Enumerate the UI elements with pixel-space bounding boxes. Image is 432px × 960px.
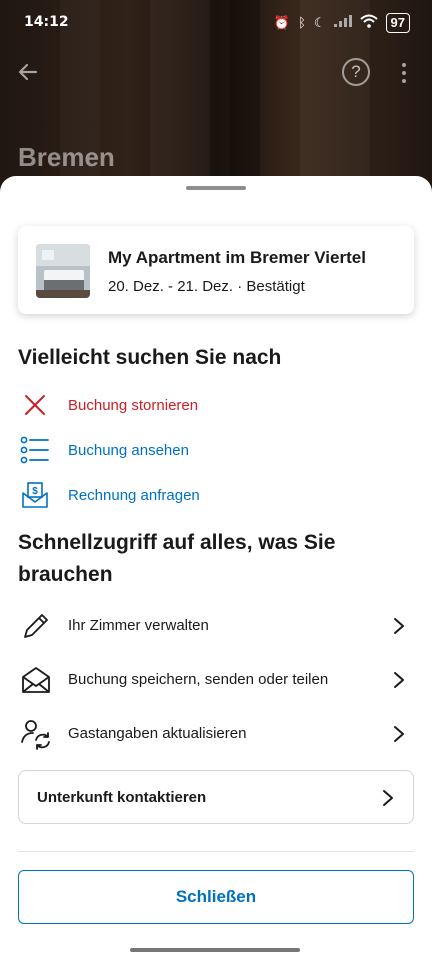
chevron-right-icon: [394, 672, 404, 688]
city-title: Bremen: [18, 142, 115, 172]
help-button[interactable]: ?: [342, 58, 370, 86]
battery-indicator: 97: [385, 13, 410, 33]
svg-text:$: $: [32, 486, 38, 497]
list-icon: [20, 435, 50, 465]
save-share-booking-row[interactable]: Buchung speichern, senden oder teilen: [20, 660, 412, 700]
sheet-drag-handle[interactable]: [186, 186, 246, 190]
status-time: 14:12: [24, 14, 69, 30]
booking-title: My Apartment im Bremer Viertel: [108, 248, 366, 267]
chevron-right-icon: [383, 790, 393, 806]
back-arrow-icon[interactable]: [16, 60, 40, 84]
home-indicator[interactable]: [130, 948, 300, 952]
invoice-envelope-icon: $: [20, 480, 50, 510]
more-options-icon[interactable]: [400, 62, 408, 84]
help-icon: ?: [351, 62, 361, 81]
view-booking-action[interactable]: Buchung ansehen: [20, 434, 412, 466]
status-icons: ⏰ ᛒ ☾ 97: [274, 13, 410, 33]
close-x-icon: [20, 390, 50, 420]
envelope-open-icon: [22, 667, 50, 693]
chevron-right-icon: [394, 726, 404, 742]
status-bar: 14:12 ⏰ ᛒ ☾ 97: [0, 0, 432, 46]
contact-property-button[interactable]: Unterkunft kontaktieren: [18, 770, 414, 824]
save-share-booking-label: Buchung speichern, senden oder teilen: [68, 671, 329, 688]
bluetooth-icon: ᛒ: [298, 15, 306, 30]
request-invoice-action[interactable]: $ Rechnung anfragen: [20, 479, 412, 511]
alarm-icon: ⏰: [273, 15, 291, 30]
apartment-thumbnail: [36, 244, 90, 298]
bottom-sheet: My Apartment im Bremer Viertel 20. Dez. …: [0, 176, 432, 960]
manage-room-label: Ihr Zimmer verwalten: [68, 617, 209, 634]
divider: [18, 851, 414, 852]
cancel-booking-label: Buchung stornieren: [68, 396, 199, 414]
person-refresh-icon: [21, 720, 50, 750]
update-guest-info-row[interactable]: Gastangaben aktualisieren: [20, 714, 412, 754]
quick-access-heading-line1: Schnellzugriff auf alles, was Sie: [18, 531, 336, 554]
pencil-icon: [24, 614, 48, 638]
suggestions-heading: Vielleicht suchen Sie nach: [18, 346, 282, 369]
cancel-booking-action[interactable]: Buchung stornieren: [20, 389, 412, 421]
update-guest-info-label: Gastangaben aktualisieren: [68, 725, 247, 742]
signal-icon: [333, 14, 352, 32]
quick-access-heading-line2: brauchen: [18, 563, 113, 586]
view-booking-label: Buchung ansehen: [68, 441, 189, 459]
contact-property-label: Unterkunft kontaktieren: [37, 789, 207, 806]
close-button[interactable]: Schließen: [18, 870, 414, 924]
booking-details: 20. Dez. - 21. Dez. · Bestätigt: [108, 278, 305, 295]
chevron-right-icon: [394, 618, 404, 634]
manage-room-row[interactable]: Ihr Zimmer verwalten: [20, 606, 412, 646]
wifi-icon: [359, 14, 378, 33]
booking-card[interactable]: My Apartment im Bremer Viertel 20. Dez. …: [18, 226, 414, 314]
request-invoice-label: Rechnung anfragen: [68, 486, 200, 504]
top-navigation: ?: [0, 58, 432, 90]
moon-icon: ☾: [313, 15, 326, 30]
